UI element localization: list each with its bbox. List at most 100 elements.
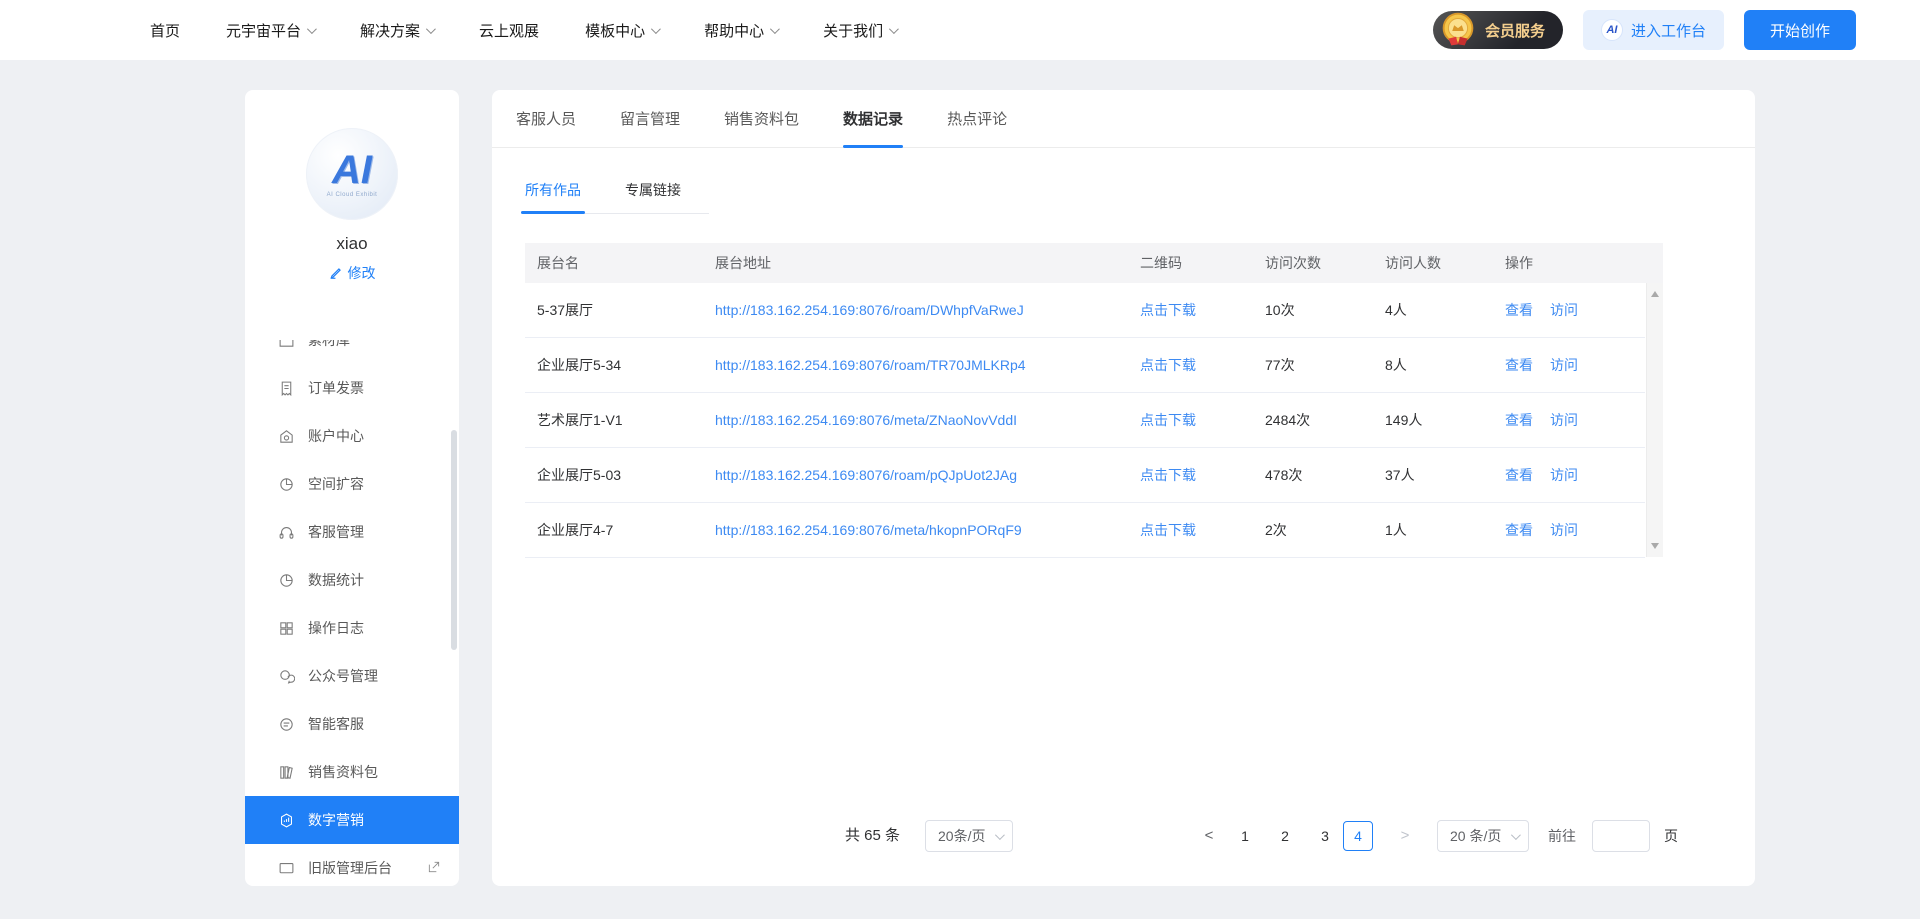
chevron-down-icon xyxy=(426,24,436,34)
page-size-select[interactable]: 20条/页 xyxy=(925,820,1013,852)
sidebar-item-data-statistics[interactable]: 数据统计 xyxy=(245,556,459,604)
username: xiao xyxy=(245,234,459,254)
visit-link[interactable]: 访问 xyxy=(1550,465,1578,485)
tab-label: 数据记录 xyxy=(843,108,903,129)
nav-about-us[interactable]: 关于我们 xyxy=(823,20,896,41)
sidebar-item-account-center[interactable]: 账户中心 xyxy=(245,412,459,460)
sidebar: AI AI Cloud Exhibit xiao 修改 素材库 订单发票 账户中… xyxy=(245,90,459,886)
sidebar-item-service-management[interactable]: 客服管理 xyxy=(245,508,459,556)
column-header-actions: 操作 xyxy=(1505,253,1645,273)
qrcode-download-link[interactable]: 点击下载 xyxy=(1140,302,1196,318)
view-link[interactable]: 查看 xyxy=(1505,355,1533,375)
goto-page-input[interactable] xyxy=(1592,820,1650,852)
booth-name: 企业展厅5-03 xyxy=(525,465,715,485)
page-button-2[interactable]: 2 xyxy=(1271,820,1299,852)
sidebar-item-label: 旧版管理后台 xyxy=(308,858,392,878)
avatar[interactable]: AI AI Cloud Exhibit xyxy=(306,128,398,220)
scroll-down-icon[interactable] xyxy=(1651,543,1659,549)
booth-url-link[interactable]: http://183.162.254.169:8076/roam/pQJpUot… xyxy=(715,467,1017,483)
external-link-icon xyxy=(427,860,441,877)
view-link[interactable]: 查看 xyxy=(1505,520,1533,540)
view-link[interactable]: 查看 xyxy=(1505,465,1533,485)
booth-name: 艺术展厅1-V1 xyxy=(525,410,715,430)
qrcode-download-link[interactable]: 点击下载 xyxy=(1140,467,1196,483)
sidebar-item-order-invoice[interactable]: 订单发票 xyxy=(245,364,459,412)
start-create-label: 开始创作 xyxy=(1770,23,1830,40)
tab-hot-comments[interactable]: 热点评论 xyxy=(947,90,1007,147)
tab-label: 客服人员 xyxy=(516,108,576,129)
tab-message-management[interactable]: 留言管理 xyxy=(620,90,680,147)
page-button-1[interactable]: 1 xyxy=(1231,820,1259,852)
sidebar-item-space-expand[interactable]: 空间扩容 xyxy=(245,460,459,508)
nav-label: 解决方案 xyxy=(360,20,420,41)
booth-url-link[interactable]: http://183.162.254.169:8076/meta/ZNaoNov… xyxy=(715,412,1017,428)
qrcode-download-link[interactable]: 点击下载 xyxy=(1140,357,1196,373)
nav-solutions[interactable]: 解决方案 xyxy=(360,20,433,41)
tab-data-records[interactable]: 数据记录 xyxy=(843,90,903,147)
page-unit-label: 页 xyxy=(1664,820,1678,852)
table-body: 5-37展厅 http://183.162.254.169:8076/roam/… xyxy=(525,283,1663,558)
tab-sales-package[interactable]: 销售资料包 xyxy=(724,90,799,147)
sidebar-item-label: 订单发票 xyxy=(308,378,364,398)
edit-profile-link[interactable]: 修改 xyxy=(329,263,376,283)
subtab-all-works[interactable]: 所有作品 xyxy=(525,180,581,213)
view-link[interactable]: 查看 xyxy=(1505,410,1533,430)
subtab-bar: 所有作品 专属链接 xyxy=(525,180,709,214)
nav-label: 元宇宙平台 xyxy=(226,20,301,41)
nav-cloud-exhibition[interactable]: 云上观展 xyxy=(479,20,539,41)
tab-service-staff[interactable]: 客服人员 xyxy=(516,90,576,147)
qrcode-download-link[interactable]: 点击下载 xyxy=(1140,522,1196,538)
booth-url-link[interactable]: http://183.162.254.169:8076/roam/TR70JML… xyxy=(715,357,1026,373)
view-link[interactable]: 查看 xyxy=(1505,300,1533,320)
sidebar-item-legacy-admin[interactable]: 旧版管理后台 xyxy=(245,844,459,886)
page-button-3[interactable]: 3 xyxy=(1311,820,1339,852)
visitor-count: 8人 xyxy=(1385,355,1505,375)
subtab-label: 所有作品 xyxy=(525,182,581,198)
subtab-exclusive-links[interactable]: 专属链接 xyxy=(625,180,681,213)
sidebar-item-label: 素材库 xyxy=(308,340,350,350)
enter-workspace-button[interactable]: AI 进入工作台 xyxy=(1583,10,1724,50)
page-size-select-2[interactable]: 20 条/页 xyxy=(1437,820,1529,852)
table-row: 企业展厅5-03 http://183.162.254.169:8076/roa… xyxy=(525,448,1645,503)
nav-help-center[interactable]: 帮助中心 xyxy=(704,20,777,41)
sidebar-scrollbar[interactable] xyxy=(451,430,457,650)
table-row: 5-37展厅 http://183.162.254.169:8076/roam/… xyxy=(525,283,1645,338)
column-header-booth-name: 展台名 xyxy=(525,253,715,273)
sidebar-item-sales-package[interactable]: 销售资料包 xyxy=(245,748,459,796)
table-header: 展台名 展台地址 二维码 访问次数 访问人数 操作 xyxy=(525,243,1663,283)
sidebar-item-label: 客服管理 xyxy=(308,522,364,542)
workspace-logo-icon: AI xyxy=(1601,19,1623,41)
sidebar-item-digital-marketing[interactable]: 数字营销 xyxy=(245,796,459,844)
enter-workspace-label: 进入工作台 xyxy=(1631,20,1706,41)
sidebar-item-label: 账户中心 xyxy=(308,426,364,446)
sidebar-item-label: 销售资料包 xyxy=(308,762,378,782)
visit-link[interactable]: 访问 xyxy=(1550,520,1578,540)
edit-profile-label: 修改 xyxy=(348,263,376,283)
visit-link[interactable]: 访问 xyxy=(1550,355,1578,375)
nav-metaverse-platform[interactable]: 元宇宙平台 xyxy=(226,20,314,41)
page-button-4-active[interactable]: 4 xyxy=(1343,821,1373,851)
next-page-button[interactable]: > xyxy=(1391,820,1419,852)
visit-link[interactable]: 访问 xyxy=(1550,300,1578,320)
hexagon-chart-icon xyxy=(278,812,295,829)
nav-template-center[interactable]: 模板中心 xyxy=(585,20,658,41)
invoice-icon xyxy=(278,380,295,397)
visit-link[interactable]: 访问 xyxy=(1550,410,1578,430)
sidebar-item-material-library[interactable]: 素材库 xyxy=(245,340,459,364)
qrcode-download-link[interactable]: 点击下载 xyxy=(1140,412,1196,428)
subtab-label: 专属链接 xyxy=(625,182,681,198)
scroll-up-icon[interactable] xyxy=(1651,291,1659,297)
table-scrollbar[interactable] xyxy=(1646,283,1663,557)
sidebar-item-smart-service[interactable]: 智能客服 xyxy=(245,700,459,748)
sidebar-item-official-account[interactable]: 公众号管理 xyxy=(245,652,459,700)
prev-page-button[interactable]: < xyxy=(1195,820,1223,852)
column-header-visits: 访问次数 xyxy=(1265,253,1385,273)
start-create-button[interactable]: 开始创作 xyxy=(1744,10,1856,50)
booth-url-link[interactable]: http://183.162.254.169:8076/meta/hkopnPO… xyxy=(715,522,1022,538)
booth-url-link[interactable]: http://183.162.254.169:8076/roam/DWhpfVa… xyxy=(715,302,1024,318)
vip-service-button[interactable]: 会员服务 xyxy=(1433,11,1563,49)
profile-section: AI AI Cloud Exhibit xiao 修改 xyxy=(245,90,459,285)
sidebar-item-operation-log[interactable]: 操作日志 xyxy=(245,604,459,652)
nav-home[interactable]: 首页 xyxy=(150,20,180,41)
tab-label: 留言管理 xyxy=(620,108,680,129)
